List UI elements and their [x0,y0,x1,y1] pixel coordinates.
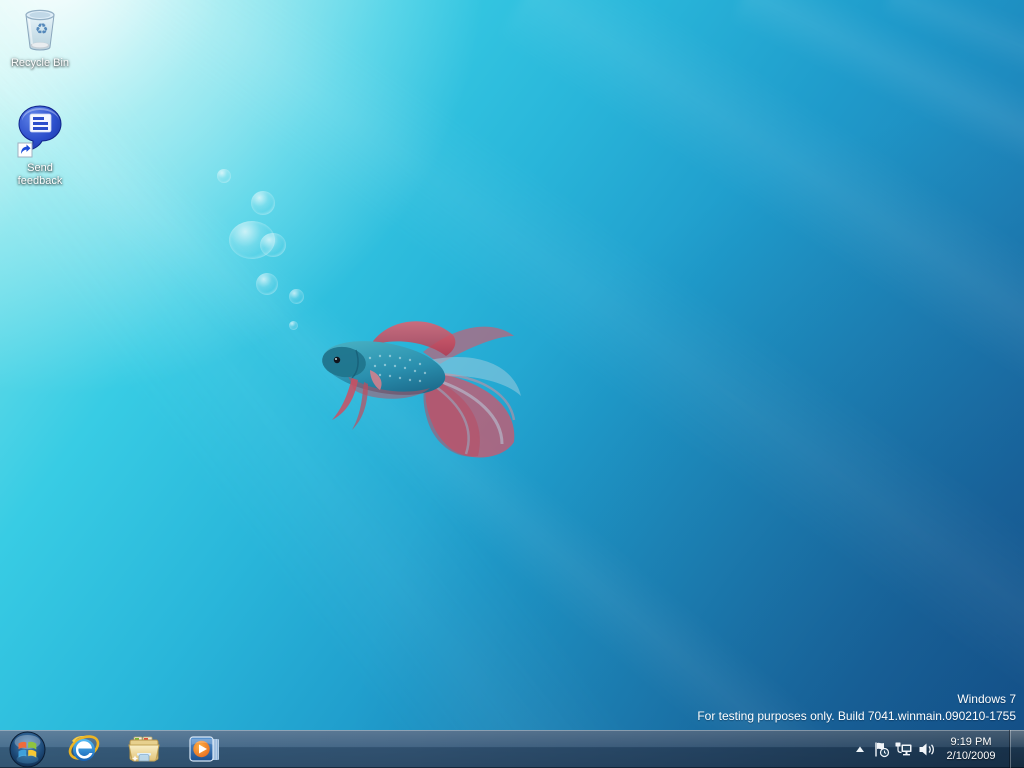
show-hidden-icons-button[interactable] [849,730,871,768]
internet-explorer-icon [67,733,101,765]
windows-explorer-icon [127,734,161,765]
send-feedback-label: Send feedback [7,162,73,188]
taskbar-clock[interactable]: 9:19 PM 2/10/2009 [939,735,1009,763]
build-watermark: Windows 7 For testing purposes only. Bui… [697,691,1016,725]
windows-start-orb-icon [9,731,46,768]
taskbar-button-windows-media-player[interactable] [174,730,234,768]
desktop-icon-send-feedback[interactable]: Send feedback [1,103,79,188]
light-ray [0,0,1024,768]
chevron-up-icon [855,745,865,753]
recycle-bin-icon: ♻ [16,6,64,54]
speaker-icon [918,742,936,757]
watermark-line1: Windows 7 [697,691,1016,708]
send-feedback-icon [15,103,65,159]
shortcut-arrow-overlay [18,143,32,157]
recycle-symbol: ♻ [35,21,48,38]
network-status-button[interactable] [891,730,915,768]
system-tray: 9:19 PM 2/10/2009 [849,730,1024,768]
taskbar-button-internet-explorer[interactable] [54,730,114,768]
clock-time: 9:19 PM [939,735,1003,749]
windows-media-player-icon [188,734,221,764]
bubble [229,221,275,259]
network-icon [894,741,913,757]
bubble [289,321,298,330]
action-center-button[interactable] [871,730,891,768]
clock-date: 2/10/2009 [939,749,1003,763]
betta-fish-illustration [318,310,526,468]
action-center-flag-icon [873,741,890,758]
taskbar-button-windows-explorer[interactable] [114,730,174,768]
betta-fish-wallpaper [318,310,526,468]
light-ray [0,0,1024,768]
light-ray [881,0,1024,766]
desktop: ♻ Recycle Bin Send fe [0,0,1024,768]
bubble [256,273,278,295]
recycle-bin-label: Recycle Bin [11,57,69,70]
bubble [260,233,286,257]
light-ray [729,0,1024,768]
desktop-icon-recycle-bin[interactable]: ♻ Recycle Bin [1,6,79,70]
show-desktop-button[interactable] [1009,730,1024,768]
volume-button[interactable] [915,730,939,768]
bubble [251,191,275,215]
bubble [289,289,304,304]
watermark-line2: For testing purposes only. Build 7041.wi… [697,708,1016,725]
bubble [217,169,231,183]
taskbar: 9:19 PM 2/10/2009 [0,730,1024,768]
light-ray [58,0,1024,768]
start-button[interactable] [0,730,54,768]
light-ray [495,0,1024,768]
